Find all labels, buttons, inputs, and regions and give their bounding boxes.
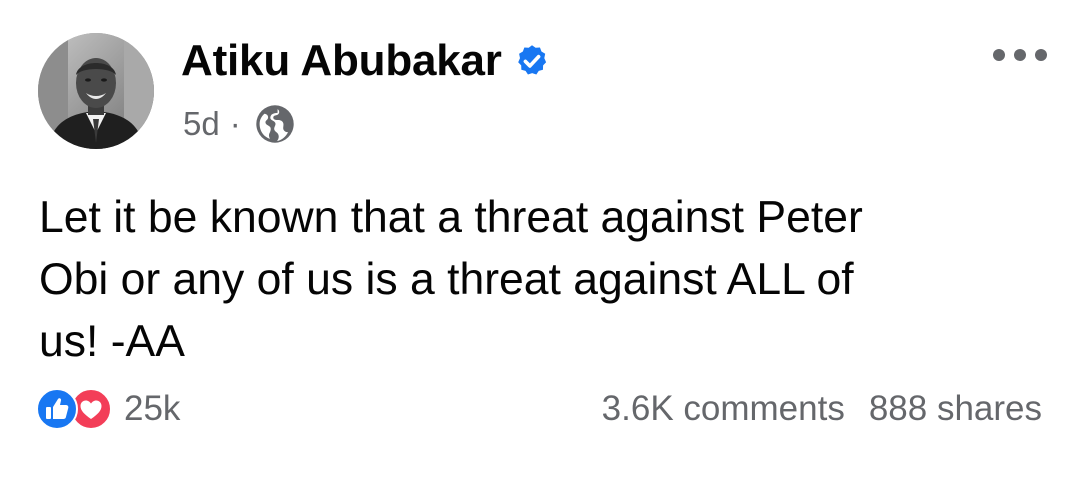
shares-count[interactable]: 888 shares (869, 389, 1042, 429)
verified-badge-icon (514, 43, 550, 79)
avatar-photo (38, 33, 154, 149)
post-text-line: Let it be known that a threat against Pe… (39, 193, 863, 242)
author-name[interactable]: Atiku Abubakar (181, 36, 502, 86)
post-text-line: us! -AA (39, 317, 185, 366)
reactions-summary[interactable]: 25k (36, 388, 180, 430)
more-options-icon[interactable] (990, 45, 1050, 65)
comments-count[interactable]: 3.6K comments (602, 389, 845, 429)
post-text-line: Obi or any of us is a threat against ALL… (39, 255, 854, 304)
post-text: Let it be known that a threat against Pe… (39, 187, 1049, 373)
post-footer: 25k 3.6K comments 888 shares (36, 385, 1042, 433)
author-row: Atiku Abubakar (181, 32, 550, 90)
post-meta: 5d · (183, 101, 297, 147)
author-avatar[interactable] (38, 33, 154, 149)
globe-icon[interactable] (253, 102, 297, 146)
like-icon (36, 388, 78, 430)
meta-separator: · (229, 105, 241, 142)
post-timestamp[interactable]: 5d (183, 105, 220, 143)
reaction-count: 25k (124, 389, 181, 428)
